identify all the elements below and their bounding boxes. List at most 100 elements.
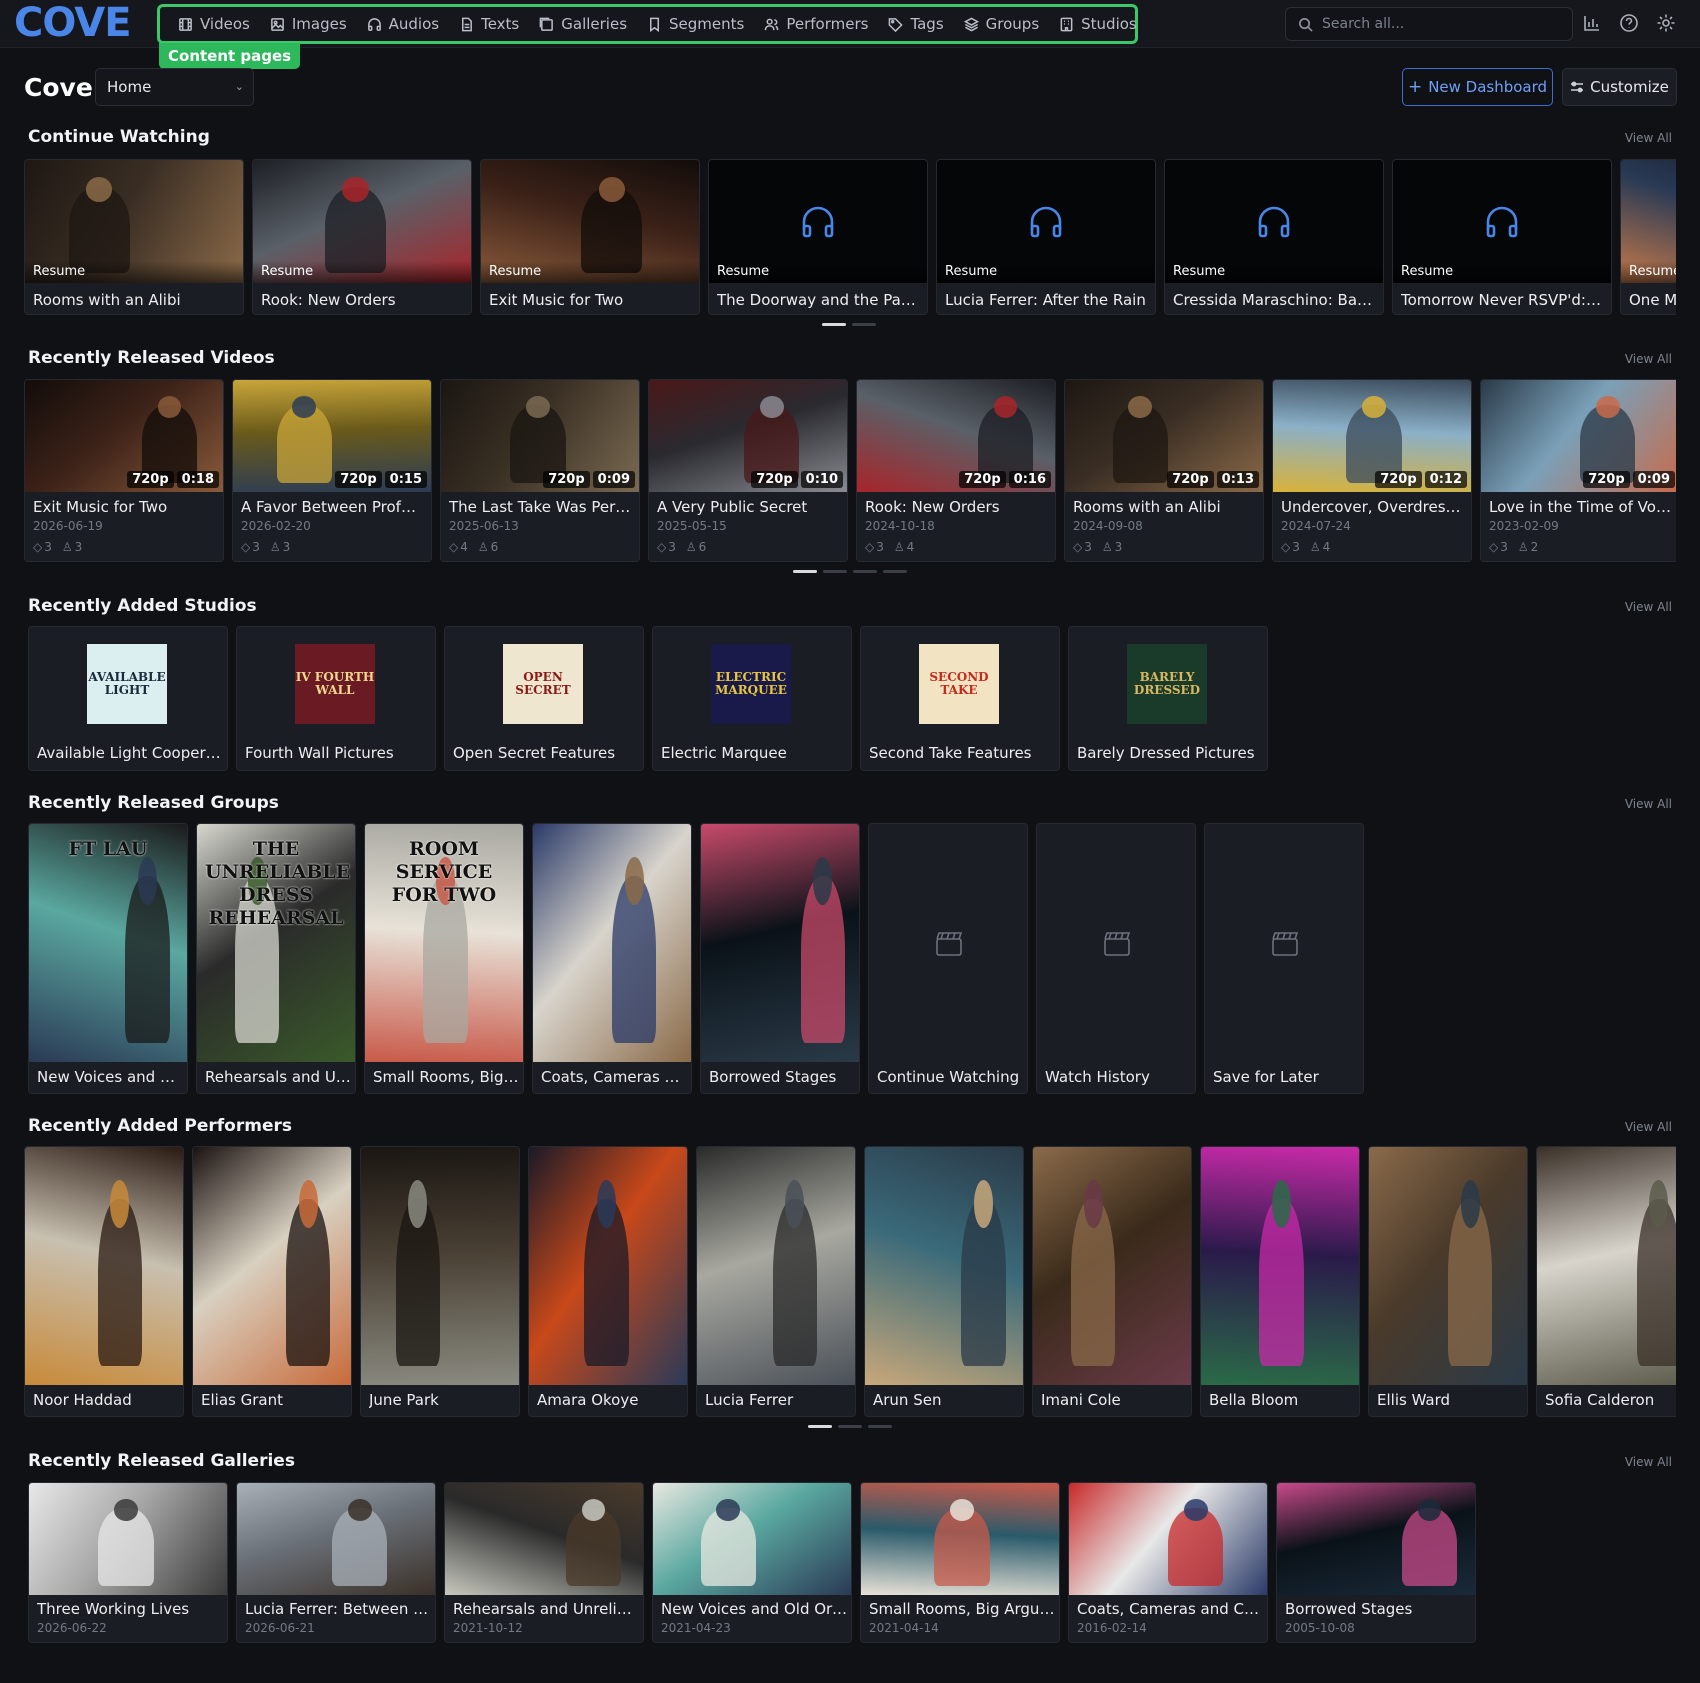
video-badge: 720p 0:15 xyxy=(332,471,427,488)
pager-dot[interactable] xyxy=(838,1425,862,1428)
performer-card[interactable]: Elias Grant xyxy=(192,1146,352,1417)
gallery-card[interactable]: New Voices and Old Orders 2021-04-23 xyxy=(652,1482,852,1643)
resume-label: Resume xyxy=(25,261,243,283)
studio-card[interactable]: IV FOURTH WALL Fourth Wall Pictures xyxy=(236,626,436,771)
group-card[interactable]: Save for Later xyxy=(1204,823,1364,1094)
tag-icon: ◇ xyxy=(1073,540,1083,554)
nav-images[interactable]: Images xyxy=(260,8,357,40)
figure-head xyxy=(138,857,157,905)
gear-icon xyxy=(1657,14,1675,32)
search-input[interactable]: Search all... xyxy=(1322,16,1404,32)
customize-button[interactable]: Customize xyxy=(1562,68,1677,106)
group-card[interactable]: Coats, Cameras and... xyxy=(532,823,692,1094)
group-card[interactable]: FT LAU New Voices and Old... xyxy=(28,823,188,1094)
continue-card[interactable]: Resume Lucia Ferrer: After the Rain xyxy=(936,159,1156,315)
continue-card[interactable]: Resume One Mo xyxy=(1620,159,1676,315)
performer-card[interactable]: Imani Cole xyxy=(1032,1146,1192,1417)
pager-dot[interactable] xyxy=(823,570,847,573)
dashboard-select[interactable]: Home ⌄ xyxy=(95,68,254,106)
video-meta: ◇ 4 ♙ 6 xyxy=(449,540,498,554)
performer-card[interactable]: Sofia Calderon xyxy=(1536,1146,1676,1417)
continue-card[interactable]: Resume Exit Music for Two xyxy=(480,159,700,315)
settings-button[interactable] xyxy=(1656,13,1676,33)
studio-name: Electric Marquee xyxy=(661,744,787,762)
video-card[interactable]: 720p 0:10 A Very Public Secret 2025-05-15 ◇ 3… xyxy=(648,379,848,562)
continue-card[interactable]: Resume Tomorrow Never RSVP'd: Lau... xyxy=(1392,159,1612,315)
group-card[interactable]: Borrowed Stages xyxy=(700,823,860,1094)
video-card[interactable]: 720p 0:15 A Favor Between Professi... 2026-… xyxy=(232,379,432,562)
pager-dot[interactable] xyxy=(808,1425,832,1428)
view-all-link-recent_videos[interactable]: View All xyxy=(1625,352,1672,366)
nav-performers[interactable]: Performers xyxy=(754,8,878,40)
video-card[interactable]: 720p 0:09 The Last Take Was Perfect 2025-06… xyxy=(440,379,640,562)
continue-card[interactable]: Resume Rook: New Orders xyxy=(252,159,472,315)
pager-dot[interactable] xyxy=(883,570,907,573)
gallery-card[interactable]: Rehearsals and Unreliabl... 2021-10-12 xyxy=(444,1482,644,1643)
resume-label: Resume xyxy=(1165,261,1383,283)
nav-audios[interactable]: Audios xyxy=(357,8,449,40)
studio-card[interactable]: AVAILABLE LIGHT Available Light Cooperati… xyxy=(28,626,228,771)
tag-icon: ◇ xyxy=(865,540,875,554)
nav-segments[interactable]: Segments xyxy=(637,8,754,40)
group-card[interactable]: ROOM SERVICE FOR TWO Small Rooms, Big A..… xyxy=(364,823,524,1094)
performer-card[interactable]: Amara Okoye xyxy=(528,1146,688,1417)
gallery-card[interactable]: Lucia Ferrer: Between Calls 2026-06-21 xyxy=(236,1482,436,1643)
performer-photo xyxy=(1369,1147,1527,1385)
pager-dot[interactable] xyxy=(853,570,877,573)
continue-card[interactable]: Resume Rooms with an Alibi xyxy=(24,159,244,315)
nav-tags[interactable]: Tags xyxy=(878,8,953,40)
performer-card[interactable]: Lucia Ferrer xyxy=(696,1146,856,1417)
performer-card[interactable]: Noor Haddad xyxy=(24,1146,184,1417)
help-button[interactable] xyxy=(1619,13,1639,33)
view-all-link-continue_watching[interactable]: View All xyxy=(1625,131,1672,145)
performer-photo xyxy=(697,1147,855,1385)
view-all-link-recent_studios[interactable]: View All xyxy=(1625,600,1672,614)
video-card[interactable]: 720p 0:09 Love in the Time of Voice... 2023… xyxy=(1480,379,1676,562)
studio-card[interactable]: ELECTRIC MARQUEE Electric Marquee xyxy=(652,626,852,771)
pager-dot[interactable] xyxy=(868,1425,892,1428)
recent-videos-row: 720p 0:18 Exit Music for Two 2026-06-19 ◇ 3 ♙ 3… xyxy=(24,379,1676,562)
video-title: A Very Public Secret xyxy=(657,498,808,516)
video-card[interactable]: 720p 0:13 Rooms with an Alibi 2024-09-08 ◇ 3 ♙… xyxy=(1064,379,1264,562)
nav-groups[interactable]: Groups xyxy=(954,8,1049,40)
group-card[interactable]: Watch History xyxy=(1036,823,1196,1094)
search-box[interactable]: Search all... xyxy=(1285,7,1573,41)
recent-studios-row: AVAILABLE LIGHT Available Light Cooperati… xyxy=(28,626,1680,771)
performer-card[interactable]: Ellis Ward xyxy=(1368,1146,1528,1417)
figure-head xyxy=(342,177,369,202)
nav-studios[interactable]: Studios xyxy=(1049,8,1147,40)
nav-galleries[interactable]: Galleries xyxy=(529,8,637,40)
view-all-link-recent_galleries[interactable]: View All xyxy=(1625,1455,1672,1469)
video-card[interactable]: 720p 0:16 Rook: New Orders 2024-10-18 ◇ 3 ♙ 4 xyxy=(856,379,1056,562)
app-logo[interactable]: COVE xyxy=(14,3,132,43)
group-card[interactable]: THE UNRELIABLE DRESS REHEARSAL Rehearsals… xyxy=(196,823,356,1094)
continue-card[interactable]: Resume The Doorway and the Pause xyxy=(708,159,928,315)
view-all-link-recent_groups[interactable]: View All xyxy=(1625,797,1672,811)
pager-dot[interactable] xyxy=(852,323,876,326)
view-all-link-recent_performers[interactable]: View All xyxy=(1625,1120,1672,1134)
user-icon: ♙ xyxy=(1517,540,1529,554)
video-card[interactable]: 720p 0:12 Undercover, Overdressed 2024-07-2… xyxy=(1272,379,1472,562)
group-card[interactable]: Continue Watching xyxy=(868,823,1028,1094)
studio-card[interactable]: BARELY DRESSED Barely Dressed Pictures xyxy=(1068,626,1268,771)
pager-dot[interactable] xyxy=(793,570,817,573)
nav-videos[interactable]: Videos xyxy=(168,8,260,40)
nav-label: Studios xyxy=(1081,15,1137,33)
gallery-card[interactable]: Three Working Lives 2026-06-22 xyxy=(28,1482,228,1643)
gallery-card[interactable]: Coats, Cameras and Cont... 2016-02-14 xyxy=(1068,1482,1268,1643)
figure-head xyxy=(1272,1180,1292,1228)
studio-card[interactable]: OPEN SECRET Open Secret Features xyxy=(444,626,644,771)
gallery-card[interactable]: Small Rooms, Big Argume... 2021-04-14 xyxy=(860,1482,1060,1643)
studio-card[interactable]: SECOND TAKE Second Take Features xyxy=(860,626,1060,771)
nav-texts[interactable]: Texts xyxy=(449,8,529,40)
gallery-card[interactable]: Borrowed Stages 2005-10-08 xyxy=(1276,1482,1476,1643)
performer-card[interactable]: June Park xyxy=(360,1146,520,1417)
stats-button[interactable] xyxy=(1582,13,1602,33)
figure-head xyxy=(526,395,550,419)
video-card[interactable]: 720p 0:18 Exit Music for Two 2026-06-19 ◇ 3 ♙ 3 xyxy=(24,379,224,562)
performer-card[interactable]: Arun Sen xyxy=(864,1146,1024,1417)
new-dashboard-button[interactable]: + New Dashboard xyxy=(1402,68,1553,106)
continue-card[interactable]: Resume Cressida Maraschino: Back o... xyxy=(1164,159,1384,315)
performer-card[interactable]: Bella Bloom xyxy=(1200,1146,1360,1417)
pager-dot[interactable] xyxy=(822,323,846,326)
